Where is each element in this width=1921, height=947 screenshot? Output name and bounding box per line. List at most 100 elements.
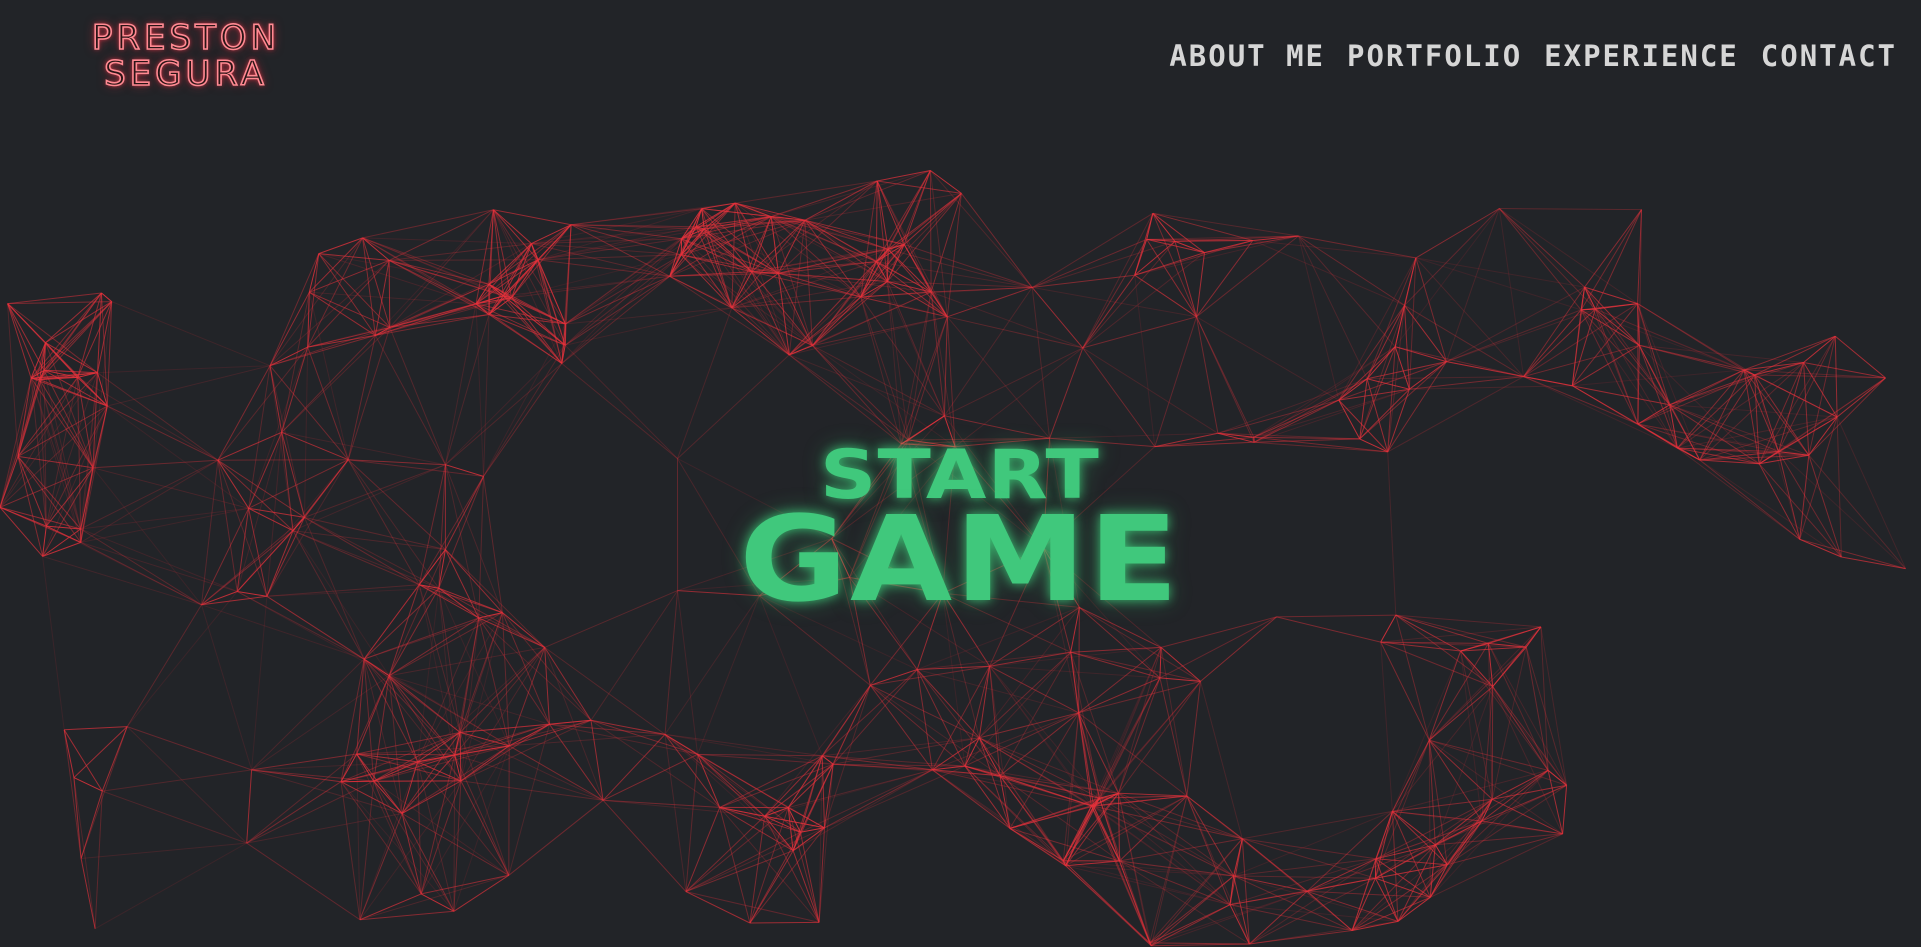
network-line bbox=[931, 286, 1033, 293]
network-line bbox=[1253, 436, 1388, 453]
network-line bbox=[236, 459, 349, 592]
network-line bbox=[978, 737, 1064, 861]
network-line bbox=[348, 459, 484, 477]
network-line bbox=[111, 301, 271, 367]
network-line bbox=[251, 658, 365, 771]
network-line bbox=[685, 754, 699, 892]
network-line bbox=[1298, 235, 1368, 380]
network-line bbox=[877, 170, 931, 182]
network-line bbox=[590, 720, 604, 801]
network-line bbox=[1836, 416, 1907, 569]
network-line bbox=[1428, 739, 1493, 800]
network-line bbox=[999, 775, 1064, 861]
network-line bbox=[502, 612, 592, 721]
network-line bbox=[281, 431, 349, 461]
network-line bbox=[1252, 240, 1405, 306]
network-line bbox=[870, 684, 980, 739]
network-line bbox=[561, 238, 682, 364]
network-line bbox=[697, 754, 801, 833]
nav-link-contact[interactable]: CONTACT bbox=[1761, 38, 1897, 74]
network-line bbox=[1392, 810, 1482, 822]
network-line bbox=[1031, 287, 1051, 439]
network-line bbox=[94, 842, 247, 930]
network-line bbox=[943, 316, 948, 416]
network-line bbox=[947, 316, 1083, 349]
network-line bbox=[565, 307, 732, 325]
network-line bbox=[1307, 877, 1376, 892]
network-line bbox=[685, 807, 721, 892]
network-line bbox=[1446, 309, 1582, 363]
network-line bbox=[246, 842, 361, 921]
nav-link-portfolio[interactable]: PORTFOLIO bbox=[1347, 38, 1522, 74]
network-line bbox=[787, 763, 834, 808]
network-line bbox=[565, 228, 705, 325]
start-game-button[interactable]: START GAME bbox=[739, 442, 1180, 619]
network-line bbox=[1380, 614, 1397, 643]
network-line bbox=[444, 303, 477, 465]
network-line bbox=[1367, 376, 1524, 380]
network-line bbox=[217, 459, 349, 461]
network-line bbox=[1395, 614, 1461, 652]
network-line bbox=[1152, 213, 1197, 317]
network-line bbox=[80, 528, 202, 606]
network-line bbox=[1584, 286, 1639, 425]
network-line bbox=[824, 765, 966, 829]
network-line bbox=[1595, 308, 1745, 371]
nav-link-about-me[interactable]: ABOUT ME bbox=[1169, 38, 1325, 74]
game-label: GAME bbox=[739, 490, 1181, 628]
network-line bbox=[1151, 943, 1250, 947]
network-line bbox=[1499, 208, 1642, 211]
network-line bbox=[1498, 208, 1585, 288]
network-line bbox=[1093, 677, 1161, 807]
network-line bbox=[1415, 257, 1524, 377]
network-line bbox=[92, 467, 249, 509]
network-line bbox=[1160, 647, 1201, 682]
network-line bbox=[362, 237, 390, 261]
network-line bbox=[269, 260, 390, 367]
network-line bbox=[1395, 346, 1524, 378]
network-line bbox=[388, 260, 391, 328]
network-line bbox=[685, 891, 751, 924]
network-line bbox=[1118, 792, 1187, 797]
network-line bbox=[1146, 239, 1197, 318]
network-line bbox=[246, 780, 374, 844]
network-line bbox=[869, 684, 966, 767]
network-line bbox=[677, 590, 699, 755]
nav-link-experience[interactable]: EXPERIENCE bbox=[1544, 38, 1739, 74]
network-line bbox=[42, 556, 65, 730]
network-line bbox=[483, 345, 566, 477]
network-line bbox=[0, 342, 46, 508]
network-line bbox=[454, 754, 604, 801]
network-line bbox=[1351, 844, 1436, 931]
network-line bbox=[812, 281, 888, 346]
network-line bbox=[1808, 455, 1842, 558]
network-line bbox=[1070, 651, 1161, 679]
network-line bbox=[17, 377, 78, 457]
network-line bbox=[1834, 335, 1886, 379]
network-line bbox=[217, 431, 282, 461]
network-line bbox=[989, 665, 1079, 714]
network-line bbox=[804, 170, 931, 221]
network-line bbox=[46, 525, 202, 606]
network-line bbox=[1446, 769, 1549, 866]
network-line bbox=[1298, 235, 1396, 348]
network-line bbox=[269, 253, 320, 366]
network-line bbox=[127, 726, 252, 771]
network-line bbox=[1562, 785, 1568, 834]
network-line bbox=[459, 732, 462, 781]
network-line bbox=[73, 777, 96, 929]
network-line bbox=[1392, 686, 1494, 812]
network-line bbox=[1374, 740, 1430, 879]
network-line bbox=[1093, 647, 1162, 807]
network-line bbox=[1387, 451, 1397, 616]
network-line bbox=[1525, 646, 1568, 786]
main-navigation: ABOUT ME PORTFOLIO EXPERIENCE CONTACT bbox=[1169, 38, 1897, 74]
site-logo[interactable]: PRESTON SEGURA bbox=[84, 19, 288, 93]
network-line bbox=[719, 755, 823, 808]
network-line bbox=[561, 254, 682, 364]
network-line bbox=[80, 726, 128, 859]
network-line bbox=[80, 459, 219, 543]
network-line bbox=[1380, 642, 1393, 812]
network-line bbox=[961, 193, 1033, 288]
network-line bbox=[564, 238, 682, 346]
